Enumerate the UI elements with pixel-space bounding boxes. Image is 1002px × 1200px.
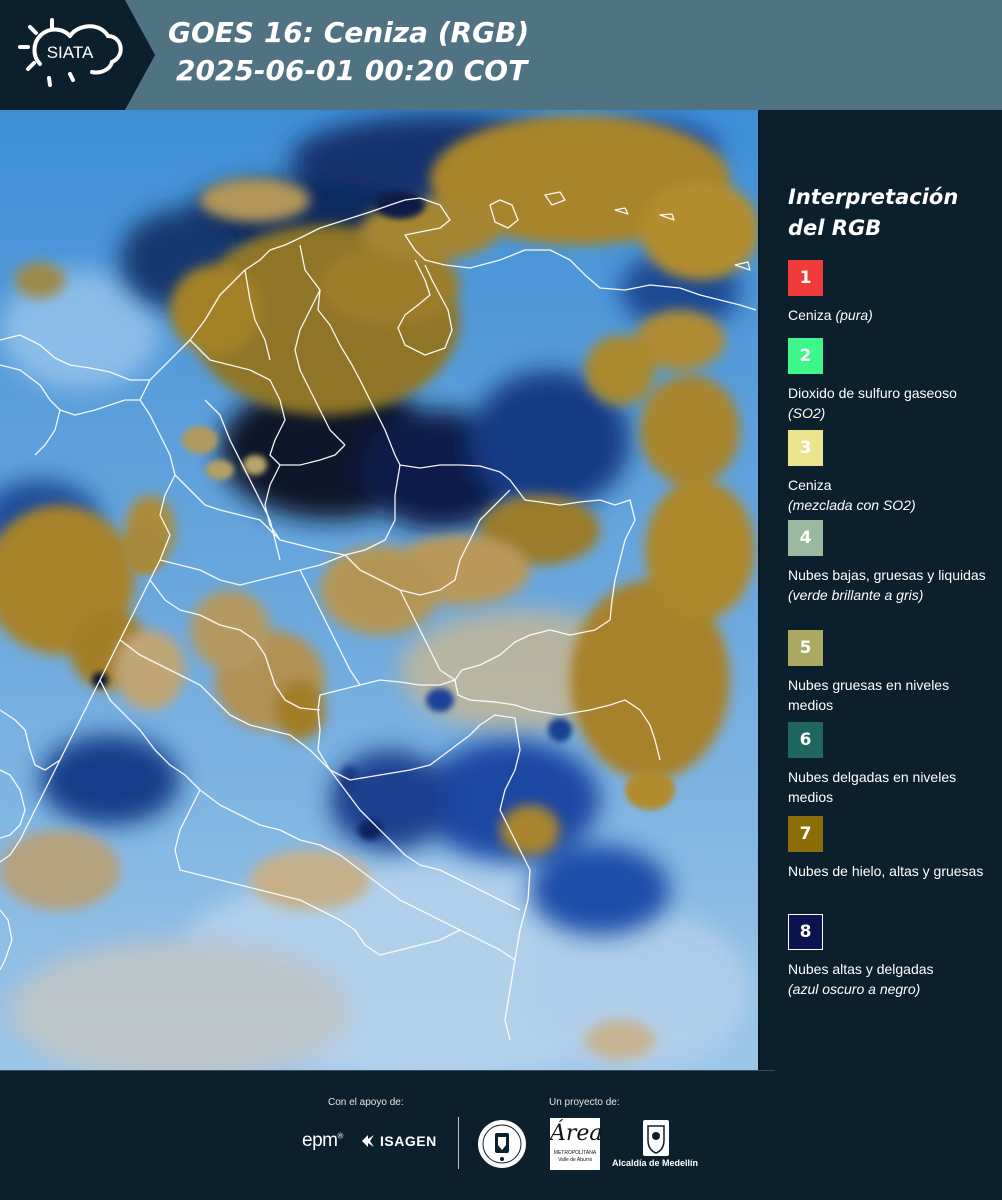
- legend-swatch: 8: [788, 914, 823, 950]
- legend-swatch: 2: [788, 338, 823, 374]
- legend-swatch: 1: [788, 260, 823, 296]
- legend-title-line2: del RGB: [788, 216, 882, 240]
- legend-label: Ceniza (pura): [788, 307, 873, 323]
- page-title: GOES 16: Ceniza (RGB) 2025-06-01 00:20 C…: [168, 14, 529, 90]
- legend-item: 2 Dioxido de sulfuro gaseoso (SO2): [788, 338, 994, 423]
- legend-label: Nubes altas y delgadas (azul oscuro a neg…: [788, 961, 934, 997]
- satellite-map[interactable]: [0, 110, 758, 1070]
- legend-panel: Interpretación del RGB 1 Ceniza (pura) 2…: [760, 110, 1002, 1070]
- legend-item: 8 Nubes altas y delgadas (azul oscuro a n…: [788, 914, 994, 999]
- project-label: Un proyecto de:: [549, 1097, 620, 1108]
- area-logo-subtitle: METROPOLITANA Valle de Aburrá: [553, 1150, 597, 1163]
- title-datetime: 2025-06-01 00:20 COT: [176, 54, 528, 87]
- legend-label: Nubes gruesas en niveles medios: [788, 677, 950, 713]
- isagen-logo[interactable]: ISAGEN: [360, 1133, 437, 1149]
- government-seal-icon[interactable]: [477, 1119, 527, 1169]
- legend-item: 1 Ceniza (pura): [788, 260, 994, 325]
- legend-swatch: 3: [788, 430, 823, 466]
- title-product: GOES 16: Ceniza (RGB): [168, 16, 530, 49]
- siata-logo[interactable]: SIATA: [0, 0, 155, 110]
- legend-item: 4 Nubes bajas, gruesas y liquidas (verde …: [788, 520, 994, 605]
- legend-swatch: 7: [788, 816, 823, 852]
- legend-label: Nubes delgadas en niveles medios: [788, 769, 957, 805]
- logo-divider: [458, 1117, 459, 1169]
- legend-swatch: 6: [788, 722, 823, 758]
- legend-swatch: 4: [788, 520, 823, 556]
- legend-title: Interpretación del RGB: [788, 182, 958, 244]
- footer-divider-line: [0, 1070, 775, 1071]
- legend-item: 5 Nubes gruesas en niveles medios: [788, 630, 994, 715]
- epm-logo[interactable]: epm®: [302, 1130, 343, 1152]
- alcaldia-label: Alcaldía de Medellín: [612, 1158, 699, 1168]
- legend-label: Dioxido de sulfuro gaseoso (SO2): [788, 385, 957, 421]
- area-metropolitana-logo[interactable]: Área METROPOLITANA Valle de Aburrá: [550, 1118, 603, 1170]
- alcaldia-shield-icon[interactable]: [641, 1118, 671, 1158]
- legend-item: 6 Nubes delgadas en niveles medios: [788, 722, 994, 807]
- legend-label: Ceniza (mezclada con SO2): [788, 477, 916, 513]
- header-bar: SIATA GOES 16: Ceniza (RGB) 2025-06-01 0…: [0, 0, 1002, 110]
- svg-text:SIATA: SIATA: [47, 43, 94, 62]
- support-label: Con el apoyo de:: [328, 1097, 404, 1108]
- legend-item: 3 Ceniza (mezclada con SO2): [788, 430, 994, 515]
- legend-label: Nubes bajas, gruesas y liquidas (verde br…: [788, 567, 986, 603]
- footer: Con el apoyo de: Un proyecto de: epm® IS…: [0, 1070, 1002, 1200]
- legend-title-line1: Interpretación: [788, 185, 959, 209]
- area-logo-wordmark: Área: [550, 1121, 603, 1146]
- legend-label: Nubes de hielo, altas y gruesas: [788, 863, 984, 879]
- isagen-mark-icon: [362, 1135, 374, 1147]
- legend-item: 7 Nubes de hielo, altas y gruesas: [788, 816, 994, 881]
- legend-swatch: 5: [788, 630, 823, 666]
